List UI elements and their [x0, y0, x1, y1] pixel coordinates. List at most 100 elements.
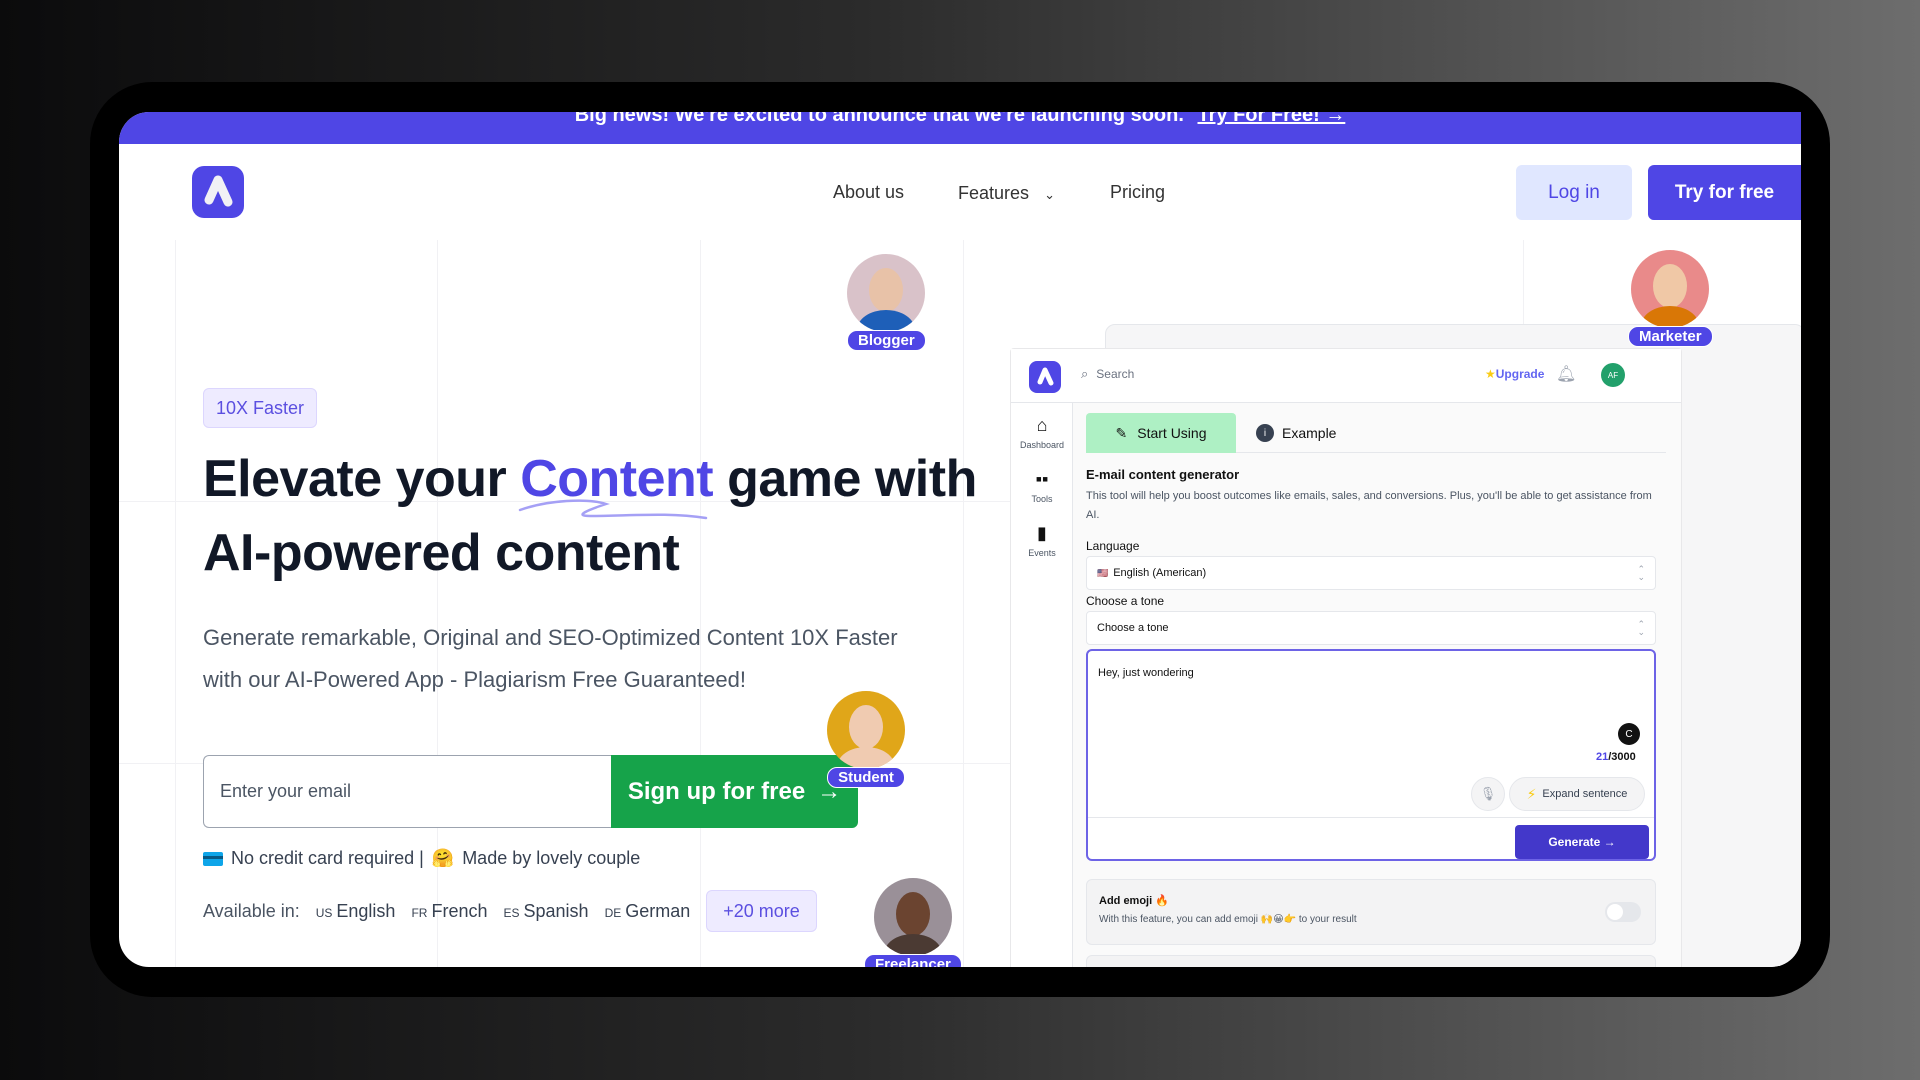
tone-select-value: Choose a tone	[1097, 622, 1169, 634]
email-input[interactable]	[203, 755, 611, 828]
available-in-label: Available in:	[203, 900, 300, 921]
language-name: English	[336, 900, 396, 921]
squiggle-underline-icon	[518, 499, 708, 520]
language-french: FR French	[411, 901, 487, 922]
language-name: French	[431, 900, 488, 921]
tools-icon: ▪▪	[1035, 469, 1049, 489]
hero-title: Elevate your Content game with AI-powere…	[203, 442, 1003, 590]
more-languages-button[interactable]: +20 more	[706, 890, 817, 932]
language-name: German	[625, 900, 691, 921]
tab-label: Example	[1282, 425, 1337, 441]
sidebar-label: Events	[1028, 548, 1056, 558]
nav-features-label: Features	[958, 183, 1030, 203]
app-mockup: ⌕ Search ★Upgrade 🔔︎ AF ⌂ Dashboard ▪▪ Too…	[1010, 348, 1682, 967]
mockup-topbar: ⌕ Search ★Upgrade 🔔︎ AF	[1011, 349, 1681, 403]
mockup-sidebar-events: ▮ Events	[1011, 523, 1073, 558]
made-by-text: Made by lovely couple	[462, 848, 641, 868]
face-icon	[1653, 264, 1688, 308]
nav-pricing[interactable]: Pricing	[1110, 182, 1165, 203]
expand-label: Expand sentence	[1542, 788, 1628, 800]
char-count-max: /3000	[1608, 751, 1636, 763]
try-for-free-button[interactable]: Try for free	[1648, 165, 1801, 220]
expand-sentence-chip: ⚡︎ Expand sentence	[1509, 777, 1645, 811]
credit-card-icon	[203, 851, 223, 866]
login-button[interactable]: Log in	[1516, 165, 1632, 220]
hero-subtitle-line2: with our AI-Powered App - Plagiarism Fre…	[203, 667, 746, 692]
home-icon: ⌂	[1036, 415, 1048, 435]
tool-title: E-mail content generator	[1086, 467, 1240, 482]
mockup-user-avatar: AF	[1601, 363, 1625, 387]
body-shape	[857, 310, 916, 332]
emoji-toggle	[1605, 902, 1641, 922]
mockup-textarea: Hey, just wondering C 21/3000 🎙︎ ⚡︎ Expan…	[1086, 649, 1656, 861]
char-count-current: 21	[1596, 751, 1609, 763]
logo-a-icon	[204, 175, 233, 207]
tab-example: i Example	[1256, 413, 1336, 453]
divider	[1088, 817, 1654, 818]
speed-badge: 10X Faster	[203, 388, 317, 428]
language-select-value: English (American)	[1113, 567, 1207, 579]
c-badge-icon: C	[1618, 723, 1640, 745]
chevron-down-icon: ⌄	[1044, 187, 1055, 202]
persona-tag: Blogger	[847, 330, 926, 351]
mockup-search: ⌕ Search	[1081, 366, 1134, 382]
tab-label: Start Using	[1137, 425, 1207, 441]
announcement-banner: Big news! We're excited to announce that…	[119, 112, 1801, 144]
select-arrows-icon: ⌃ ⌄	[1637, 564, 1645, 582]
lightning-icon: ⚡︎	[1526, 785, 1537, 802]
flag-us-icon: US	[315, 905, 333, 920]
face-icon	[869, 268, 904, 312]
tone-label: Choose a tone	[1086, 594, 1165, 608]
info-icon: i	[1256, 424, 1274, 442]
nav-features[interactable]: Features ⌄	[958, 183, 1055, 204]
grid-line	[175, 240, 176, 967]
emoji-card-description: With this feature, you can add emoji 🙌😀👉…	[1099, 914, 1357, 925]
language-german: DE German	[605, 901, 691, 922]
persona-tag: Student	[827, 767, 905, 788]
mockup-upgrade: ★Upgrade	[1485, 367, 1544, 381]
select-arrows-icon: ⌃ ⌄	[1637, 619, 1645, 637]
banner-try-free-link[interactable]: Try For Free! →	[1198, 112, 1346, 126]
language-english: US English	[316, 901, 396, 922]
flag-es-icon: ES	[503, 905, 520, 920]
tone-select: Choose a tone ⌃ ⌄	[1086, 611, 1656, 645]
browser-screen: Big news! We're excited to announce that…	[119, 112, 1801, 967]
nav-about-us[interactable]: About us	[833, 182, 904, 203]
body-shape	[837, 747, 895, 769]
persona-tag: Freelancer	[864, 954, 962, 967]
sidebar-label: Tools	[1031, 494, 1053, 504]
mockup-sidebar-dashboard: ⌂ Dashboard	[1011, 415, 1073, 450]
star-icon: ★	[1485, 367, 1496, 381]
clipboard-icon: ▮	[1037, 523, 1047, 543]
app-logo[interactable]	[192, 166, 244, 218]
persona-marketer: Marketer	[1628, 250, 1713, 347]
persona-tag: Marketer	[1628, 326, 1713, 347]
language-name: Spanish	[523, 900, 589, 921]
freelancer-avatar	[873, 878, 952, 956]
pencil-icon: ✎	[1115, 424, 1128, 441]
mockup-sidebar-tools: ▪▪ Tools	[1011, 469, 1073, 504]
flag-us-icon: 🇺🇸	[1097, 567, 1109, 578]
grid-line	[963, 240, 964, 967]
sign-up-button[interactable]: Sign up for free →	[611, 755, 858, 828]
bell-icon: 🔔︎	[1556, 366, 1577, 383]
persona-freelancer: Freelancer	[864, 878, 962, 967]
microphone-icon: 🎙︎	[1471, 777, 1505, 811]
emoji-card-title: Add emoji 🔥	[1099, 895, 1169, 907]
hugging-face-icon: 🤗	[431, 848, 455, 868]
hero-title-part: Elevate your	[203, 450, 521, 508]
signup-note: No credit card required | 🤗 Made by love…	[203, 848, 640, 869]
hero-title-accent: Content	[518, 450, 714, 520]
flag-de-icon: DE	[604, 905, 622, 920]
body-shape	[883, 934, 942, 956]
banner-text: Big news! We're excited to announce that…	[574, 112, 1184, 126]
upgrade-label: Upgrade	[1495, 367, 1545, 381]
hero-title-line2: AI-powered content	[203, 524, 680, 582]
no-credit-card-text: No credit card required |	[231, 848, 424, 868]
logo-a-icon	[1037, 367, 1054, 386]
tool-description: This tool will help you boost outcomes l…	[1086, 490, 1652, 521]
mockup-sidebar: ⌂ Dashboard ▪▪ Tools ▮ Events	[1011, 403, 1073, 967]
blogger-avatar	[847, 254, 926, 332]
grid-line	[700, 240, 701, 967]
face-icon	[895, 892, 930, 936]
